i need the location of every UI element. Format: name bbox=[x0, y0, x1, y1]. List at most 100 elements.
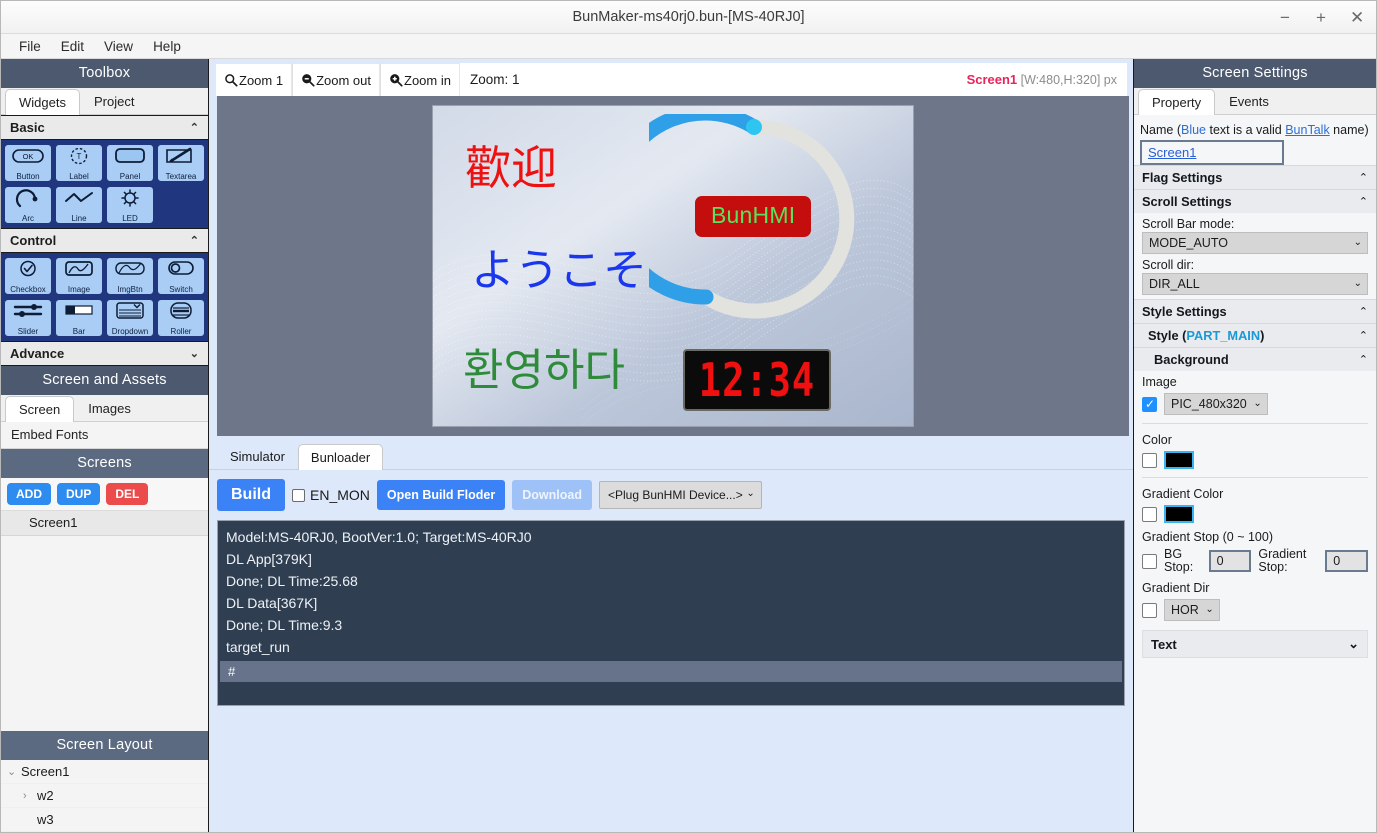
tree-node-w2[interactable]: › w2 bbox=[1, 784, 208, 808]
en-mon-checkbox[interactable] bbox=[292, 489, 305, 502]
menu-edit[interactable]: Edit bbox=[51, 37, 94, 56]
bg-stop-input[interactable]: 0 bbox=[1209, 550, 1252, 572]
tree-node-w3[interactable]: w3 bbox=[1, 808, 208, 832]
tab-simulator[interactable]: Simulator bbox=[217, 443, 298, 469]
widget-dropdown[interactable]: Dropdown bbox=[106, 299, 154, 337]
chevron-down-icon[interactable]: ⌄ bbox=[7, 765, 17, 778]
divider bbox=[1142, 477, 1368, 478]
buntalk-link[interactable]: BunTalk bbox=[1285, 123, 1329, 137]
gradient-stop-input[interactable]: 0 bbox=[1325, 550, 1368, 572]
embed-fonts-row[interactable]: Embed Fonts bbox=[1, 422, 208, 449]
screens-header: Screens bbox=[1, 449, 208, 478]
screen-layout-header: Screen Layout bbox=[1, 731, 208, 760]
tab-widgets[interactable]: Widgets bbox=[5, 89, 80, 115]
delete-screen-button[interactable]: DEL bbox=[106, 483, 148, 505]
color-swatch[interactable] bbox=[1164, 451, 1194, 469]
zoom-1-button[interactable]: Zoom 1 bbox=[215, 63, 292, 96]
bar-icon bbox=[59, 302, 99, 322]
slider-icon bbox=[8, 302, 48, 322]
en-mon-checkbox-wrap[interactable]: EN_MON bbox=[292, 487, 370, 503]
center-area: Zoom 1 Zoom out Zoom i bbox=[209, 59, 1134, 832]
accordion-text[interactable]: Text ⌄ bbox=[1142, 630, 1368, 658]
console-line: Done; DL Time:9.3 bbox=[218, 614, 1124, 636]
section-basic[interactable]: Basic ⌃ bbox=[1, 115, 208, 140]
open-build-folder-button[interactable]: Open Build Floder bbox=[377, 480, 505, 510]
name-input[interactable]: Screen1 bbox=[1140, 140, 1284, 165]
device-select[interactable]: <Plug BunHMI Device...> ⌄ bbox=[599, 481, 762, 509]
application-window: BunMaker-ms40rj0.bun-[MS-40RJ0] − + ✕ Fi… bbox=[0, 0, 1377, 833]
widget-panel[interactable]: Panel bbox=[106, 144, 154, 182]
gradient-stop-checkbox[interactable] bbox=[1142, 554, 1157, 569]
list-item[interactable]: Screen1 bbox=[1, 511, 208, 536]
menu-file[interactable]: File bbox=[9, 37, 51, 56]
arc-icon bbox=[8, 189, 48, 209]
bg-stop-label: BG Stop: bbox=[1164, 548, 1202, 574]
widget-led[interactable]: LED bbox=[106, 186, 154, 224]
widget-switch[interactable]: Switch bbox=[157, 257, 205, 295]
close-icon[interactable]: ✕ bbox=[1350, 9, 1364, 26]
add-screen-button[interactable]: ADD bbox=[7, 483, 51, 505]
tab-screen[interactable]: Screen bbox=[5, 396, 74, 422]
console-prompt-input[interactable]: # bbox=[220, 661, 1122, 682]
menu-view[interactable]: View bbox=[94, 37, 143, 56]
chevron-up-icon: ⌃ bbox=[190, 121, 199, 134]
chevron-up-icon: ⌃ bbox=[1359, 195, 1368, 208]
scroll-bar-mode-select[interactable]: MODE_AUTO ⌄ bbox=[1142, 232, 1368, 254]
zoom-in-button[interactable]: Zoom in bbox=[380, 63, 460, 96]
tab-events[interactable]: Events bbox=[1215, 88, 1283, 114]
tree-node-screen1[interactable]: ⌄ Screen1 bbox=[1, 760, 208, 784]
widget-label: Slider bbox=[5, 327, 51, 336]
image-select[interactable]: PIC_480x320 ⌄ bbox=[1164, 393, 1268, 415]
tab-project[interactable]: Project bbox=[80, 88, 148, 114]
name-hint-suffix: name) bbox=[1330, 123, 1369, 137]
widget-line[interactable]: Line bbox=[55, 186, 103, 224]
widget-label-w[interactable]: T Label bbox=[55, 144, 103, 182]
widget-bar[interactable]: Bar bbox=[55, 299, 103, 337]
menu-help[interactable]: Help bbox=[143, 37, 191, 56]
tab-property[interactable]: Property bbox=[1138, 89, 1215, 115]
section-advance[interactable]: Advance ⌄ bbox=[1, 341, 208, 366]
window-controls: − + ✕ bbox=[1278, 9, 1376, 26]
widget-label: Checkbox bbox=[5, 285, 51, 294]
download-button[interactable]: Download bbox=[512, 480, 592, 510]
style-part-name: PART_MAIN bbox=[1186, 328, 1260, 343]
widget-textarea[interactable]: Textarea bbox=[157, 144, 205, 182]
section-control[interactable]: Control ⌃ bbox=[1, 228, 208, 253]
chevron-right-icon[interactable]: › bbox=[23, 790, 33, 802]
accordion-style-settings[interactable]: Style Settings ⌃ bbox=[1134, 299, 1376, 323]
zoom-out-button[interactable]: Zoom out bbox=[292, 63, 380, 96]
tab-images[interactable]: Images bbox=[74, 395, 145, 421]
canvas-viewport[interactable]: 歡迎 ようこそ 환영하다 BunHMI 12:34 bbox=[217, 96, 1129, 436]
gradient-color-swatch[interactable] bbox=[1164, 505, 1194, 523]
widget-imgbtn[interactable]: ImgBtn bbox=[106, 257, 154, 295]
duplicate-screen-button[interactable]: DUP bbox=[57, 483, 100, 505]
canvas-text-chinese: 歡迎 bbox=[465, 132, 557, 198]
gradient-color-checkbox[interactable] bbox=[1142, 507, 1157, 522]
build-button[interactable]: Build bbox=[217, 479, 285, 511]
accordion-style-part-main[interactable]: Style (PART_MAIN) ⌃ bbox=[1134, 323, 1376, 347]
tab-bunloader[interactable]: Bunloader bbox=[298, 444, 383, 470]
accordion-flag-settings[interactable]: Flag Settings ⌃ bbox=[1134, 165, 1376, 189]
widget-label: Bar bbox=[56, 327, 102, 336]
color-checkbox[interactable] bbox=[1142, 453, 1157, 468]
widget-roller[interactable]: Roller bbox=[157, 299, 205, 337]
color-label: Color bbox=[1134, 429, 1376, 448]
console-output[interactable]: Model:MS-40RJ0, BootVer:1.0; Target:MS-4… bbox=[217, 520, 1125, 706]
widget-image[interactable]: Image bbox=[55, 257, 103, 295]
maximize-icon[interactable]: + bbox=[1314, 9, 1328, 26]
gradient-dir-checkbox[interactable] bbox=[1142, 603, 1157, 618]
scroll-dir-select[interactable]: DIR_ALL ⌄ bbox=[1142, 273, 1368, 295]
device-preview[interactable]: 歡迎 ようこそ 환영하다 BunHMI 12:34 bbox=[432, 105, 914, 427]
screen-assets-tabs: Screen Images bbox=[1, 395, 208, 422]
chevron-up-icon: ⌃ bbox=[1359, 305, 1368, 318]
image-checkbox[interactable] bbox=[1142, 397, 1157, 412]
widget-checkbox[interactable]: Checkbox bbox=[4, 257, 52, 295]
widget-label: Dropdown bbox=[107, 327, 153, 336]
gradient-dir-select[interactable]: HOR ⌄ bbox=[1164, 599, 1220, 621]
widget-arc[interactable]: Arc bbox=[4, 186, 52, 224]
accordion-background[interactable]: Background ⌃ bbox=[1134, 347, 1376, 371]
minimize-icon[interactable]: − bbox=[1278, 9, 1292, 26]
widget-button[interactable]: OK Button bbox=[4, 144, 52, 182]
widget-slider[interactable]: Slider bbox=[4, 299, 52, 337]
accordion-scroll-settings[interactable]: Scroll Settings ⌃ bbox=[1134, 189, 1376, 213]
